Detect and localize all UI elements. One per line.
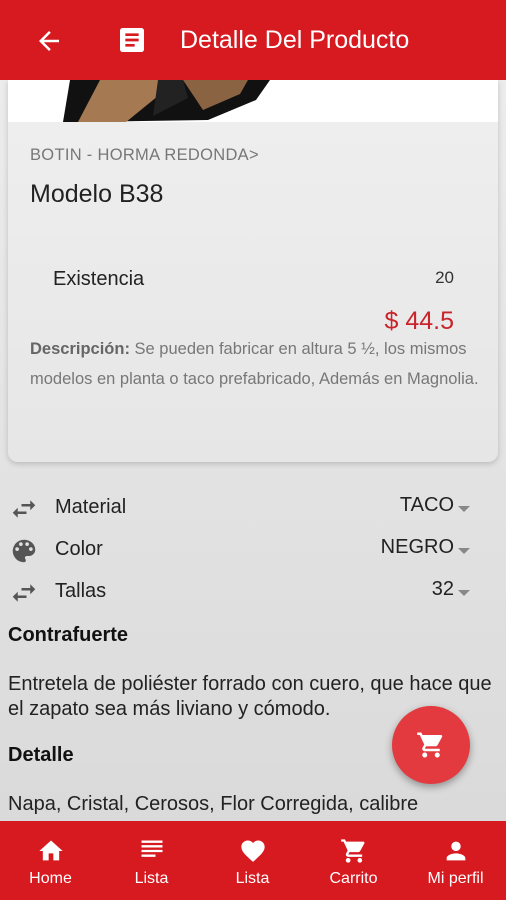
heart-icon bbox=[241, 840, 265, 862]
nav-label: Carrito bbox=[329, 870, 378, 887]
nav-label: Mi perfil bbox=[427, 870, 484, 887]
option-color[interactable]: Color NEGRO bbox=[0, 532, 506, 568]
product-image bbox=[8, 80, 498, 122]
size-select[interactable]: 32 bbox=[432, 578, 454, 601]
back-arrow-icon[interactable] bbox=[34, 26, 64, 56]
section-title-contrafuerte: Contrafuerte bbox=[8, 624, 129, 646]
option-label: Color bbox=[55, 538, 103, 560]
stock-label: Existencia bbox=[53, 268, 145, 290]
cart-icon bbox=[417, 732, 443, 758]
nav-item-home[interactable]: Home bbox=[0, 821, 101, 900]
product-price: $ 44.5 bbox=[384, 307, 454, 335]
material-select[interactable]: TACO bbox=[400, 494, 454, 517]
option-material[interactable]: Material TACO bbox=[0, 490, 506, 526]
palette-icon bbox=[12, 539, 36, 563]
swap-arrows-icon bbox=[12, 584, 36, 602]
color-select[interactable]: NEGRO bbox=[381, 536, 454, 559]
option-label: Tallas bbox=[55, 580, 107, 602]
person-icon bbox=[446, 841, 466, 861]
option-label: Material bbox=[55, 496, 127, 518]
nav-item-carrito[interactable]: Carrito bbox=[303, 821, 404, 900]
nav-item-lista[interactable]: Lista bbox=[101, 821, 202, 900]
chevron-down-icon[interactable] bbox=[458, 548, 470, 554]
product-category[interactable]: BOTIN - HORMA REDONDA> bbox=[30, 146, 259, 165]
bottom-navigation: Home Lista Lista Carrito Mi perfil bbox=[0, 821, 506, 900]
nav-item-favoritos[interactable]: Lista bbox=[202, 821, 303, 900]
home-icon bbox=[39, 840, 63, 861]
nav-label: Lista bbox=[235, 870, 270, 887]
app-bar: Detalle Del Producto bbox=[0, 0, 506, 80]
description-label: Descripción: bbox=[30, 340, 130, 358]
product-model: Modelo B38 bbox=[30, 180, 164, 208]
add-to-cart-button[interactable] bbox=[392, 706, 470, 784]
section-title-detalle: Detalle bbox=[8, 744, 74, 766]
nav-label: Lista bbox=[134, 870, 169, 887]
chevron-down-icon[interactable] bbox=[458, 506, 470, 512]
product-description: Descripción: Se pueden fabricar en altur… bbox=[30, 334, 480, 394]
list-icon bbox=[141, 840, 163, 857]
stock-value: 20 bbox=[435, 268, 454, 287]
section-text-detalle: Napa, Cristal, Cerosos, Flor Corregida, … bbox=[8, 793, 419, 815]
nav-label: Home bbox=[29, 870, 72, 887]
cart-icon bbox=[341, 839, 365, 863]
chevron-down-icon[interactable] bbox=[458, 590, 470, 596]
nav-item-mi-perfil[interactable]: Mi perfil bbox=[405, 821, 506, 900]
option-tallas[interactable]: Tallas 32 bbox=[0, 574, 506, 610]
page-title: Detalle Del Producto bbox=[180, 26, 410, 54]
document-icon bbox=[120, 28, 144, 52]
swap-arrows-icon bbox=[12, 500, 36, 518]
